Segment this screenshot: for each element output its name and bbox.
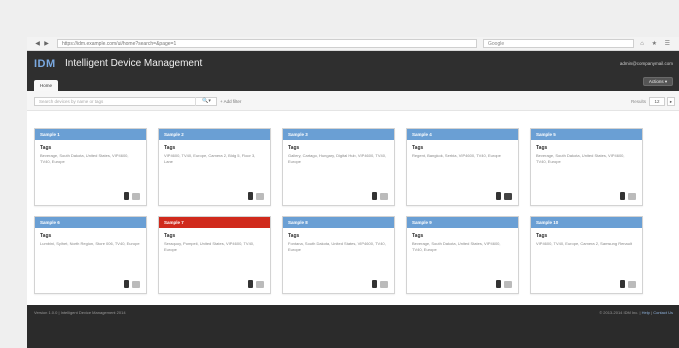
device-icon[interactable]: [620, 192, 625, 200]
device-icon[interactable]: [124, 280, 129, 288]
tags-label: Tags: [412, 233, 424, 239]
user-email[interactable]: admin@companymail.com: [620, 61, 673, 66]
tags-label: Tags: [412, 145, 424, 151]
forward-button[interactable]: ▶: [42, 40, 51, 47]
app-header: IDM Intelligent Device Management admin@…: [27, 51, 679, 91]
app-title: Intelligent Device Management: [65, 58, 203, 69]
tags-list: Lumbini, Sylhet, North Region, Store 006…: [40, 241, 140, 246]
add-filter-button[interactable]: + Add filter: [220, 97, 241, 106]
tags-list: Beverage, South Dakota, United States, V…: [536, 153, 625, 164]
search-input[interactable]: Search devices by name or tags: [34, 97, 217, 106]
device-card-title[interactable]: Sample 7: [159, 217, 270, 228]
device-card[interactable]: Sample 3 Tags Gallery, Cartago, Hungary, D…: [282, 128, 395, 206]
device-icon[interactable]: [248, 280, 253, 288]
device-card-title[interactable]: Sample 6: [35, 217, 146, 228]
tags-label: Tags: [536, 145, 548, 151]
device-icon[interactable]: [248, 192, 253, 200]
footer-links: © 2013-2014 IDM Inc. | Help | Contact Us: [599, 310, 673, 315]
camera-icon[interactable]: [132, 193, 140, 200]
tags-label: Tags: [164, 145, 176, 151]
device-icon[interactable]: [620, 280, 625, 288]
search-icon[interactable]: 🔍▾: [195, 97, 217, 106]
camera-icon[interactable]: [256, 193, 264, 200]
footer-separator: |: [651, 310, 653, 315]
tags-label: Tags: [536, 233, 548, 239]
tags-list: Gallery, Cartago, Hungary, Digital Hub, …: [288, 153, 387, 164]
camera-icon[interactable]: [504, 281, 512, 288]
tags-list: VIP4600, TV40, Europe, Camera 2, Bldg 5,…: [164, 153, 256, 164]
idm-logo[interactable]: IDM: [34, 58, 56, 70]
camera-icon[interactable]: [628, 281, 636, 288]
camera-icon[interactable]: [380, 193, 388, 200]
results-label: Results: [630, 99, 646, 104]
footer-version: Version 1.0.0 | Intelligent Device Manag…: [34, 310, 126, 315]
device-card[interactable]: Sample 1 Tags Beverage, South Dakota, Unit…: [34, 128, 147, 206]
browser-toolbar: ◀ ▶ https://idm.example.com/ui/home?sear…: [27, 37, 679, 51]
device-card-title[interactable]: Sample 2: [159, 129, 270, 140]
device-card-title[interactable]: Sample 1: [35, 129, 146, 140]
tab-home[interactable]: Home: [34, 80, 58, 91]
search-toolbar: Search devices by name or tags 🔍▾ + Add …: [27, 91, 679, 111]
device-card-title[interactable]: Sample 3: [283, 129, 394, 140]
per-page-select[interactable]: 12: [649, 97, 665, 106]
device-card-title[interactable]: Sample 4: [407, 129, 518, 140]
device-card-title[interactable]: Sample 9: [407, 217, 518, 228]
device-icon[interactable]: [372, 192, 377, 200]
tags-label: Tags: [288, 233, 300, 239]
tags-list: Regent, Bangkok, Serbia, VIP4600, TV40, …: [412, 153, 501, 158]
tags-list: Beverage, South Dakota, United States, V…: [40, 153, 129, 164]
tags-label: Tags: [164, 233, 176, 239]
tags-list: VIP4600, TV40, Europe, Camera 2, Samsung…: [536, 241, 632, 246]
camera-icon[interactable]: [628, 193, 636, 200]
device-card-title[interactable]: Sample 10: [531, 217, 642, 228]
device-card[interactable]: Sample 5 Tags Beverage, South Dakota, Unit…: [530, 128, 643, 206]
tags-label: Tags: [288, 145, 300, 151]
device-card[interactable]: Sample 7 Tags Seraquoy, Pompeii, United St…: [158, 216, 271, 294]
device-card[interactable]: Sample 10 Tags VIP4600, TV40, Europe, Came…: [530, 216, 643, 294]
camera-icon[interactable]: [132, 281, 140, 288]
tags-label: Tags: [40, 145, 52, 151]
tags-label: Tags: [40, 233, 52, 239]
tags-list: Fontana, South Dakota, United States, VI…: [288, 241, 386, 252]
actions-button[interactable]: Actions ▾: [643, 77, 673, 86]
camera-icon[interactable]: [504, 193, 512, 200]
help-link[interactable]: Help: [642, 310, 650, 315]
browser-search-box[interactable]: Google: [483, 39, 635, 48]
device-grid: Sample 1 Tags Beverage, South Dakota, Unit…: [34, 128, 674, 302]
device-card[interactable]: Sample 2 Tags VIP4600, TV40, Europe, Camer…: [158, 128, 271, 206]
footer: Version 1.0.0 | Intelligent Device Manag…: [27, 305, 679, 348]
device-card[interactable]: Sample 6 Tags Lumbini, Sylhet, North Regio…: [34, 216, 147, 294]
device-card-title[interactable]: Sample 8: [283, 217, 394, 228]
device-card[interactable]: Sample 8 Tags Fontana, South Dakota, Unite…: [282, 216, 395, 294]
device-icon[interactable]: [372, 280, 377, 288]
back-button[interactable]: ◀: [33, 40, 42, 47]
device-icon[interactable]: [496, 192, 501, 200]
tags-list: Beverage, South Dakota, United States, V…: [412, 241, 501, 252]
device-icon[interactable]: [124, 192, 129, 200]
camera-icon[interactable]: [380, 281, 388, 288]
device-card[interactable]: Sample 4 Tags Regent, Bangkok, Serbia, VIP…: [406, 128, 519, 206]
camera-icon[interactable]: [256, 281, 264, 288]
device-card[interactable]: Sample 9 Tags Beverage, South Dakota, Unit…: [406, 216, 519, 294]
device-card-title[interactable]: Sample 5: [531, 129, 642, 140]
copyright: © 2013-2014 IDM Inc. |: [599, 310, 641, 315]
next-page-button[interactable]: ▸: [667, 97, 675, 106]
address-bar[interactable]: https://idm.example.com/ui/home?search=&…: [57, 39, 477, 48]
device-icon[interactable]: [496, 280, 501, 288]
tags-list: Seraquoy, Pompeii, United States, VIP460…: [164, 241, 255, 252]
browser-icons[interactable]: ⌂ ★ ☰: [640, 40, 673, 47]
contact-link[interactable]: Contact Us: [653, 310, 673, 315]
screenshot-frame: ◀ ▶ https://idm.example.com/ui/home?sear…: [27, 37, 679, 348]
